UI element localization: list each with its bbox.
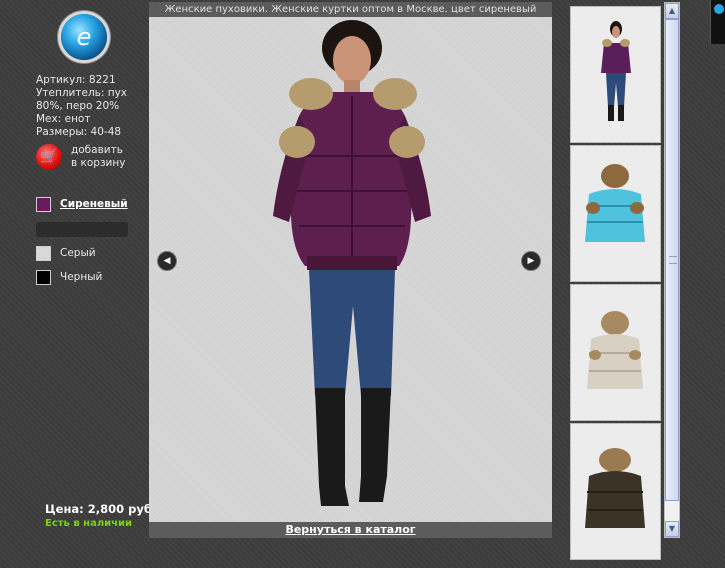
- scrollbar-thumb[interactable]: [665, 19, 679, 501]
- scrollbar-grip: [669, 256, 677, 264]
- chevron-up-icon: ▲: [668, 6, 676, 15]
- product-photo: [273, 20, 431, 506]
- color-divider: [36, 222, 128, 237]
- chevron-right-icon: ▶: [527, 256, 535, 266]
- viewer-footer: Вернуться в каталог: [149, 522, 552, 538]
- scroll-down-button[interactable]: ▼: [665, 521, 679, 537]
- thumbnail-1[interactable]: [570, 6, 661, 143]
- thumbnail-image: [585, 164, 645, 242]
- page: { "product": { "specs": ["Артикул: 8221"…: [0, 0, 725, 568]
- thumbnail-2[interactable]: [570, 145, 661, 282]
- color-label-black: Черный: [60, 271, 103, 283]
- cart-icon: 🛒: [36, 144, 62, 170]
- image-title: Женские пуховики. Женские куртки оптом в…: [149, 2, 552, 17]
- color-swatch-grey: [36, 246, 51, 261]
- spec-sizes: Размеры: 40-48: [36, 126, 122, 138]
- spec-article: Артикул: 8221: [36, 74, 116, 86]
- color-option-lilac[interactable]: Сиреневый: [36, 197, 146, 213]
- logo-icon[interactable]: e: [61, 14, 107, 60]
- chevron-left-icon: ◀: [163, 256, 171, 266]
- color-label-lilac: Сиреневый: [60, 198, 128, 210]
- color-swatch-lilac: [36, 197, 51, 212]
- thumbnail-image: [601, 21, 631, 121]
- chevron-down-icon: ▼: [668, 524, 676, 533]
- price-label: Цена: 2,800 руб.: [45, 502, 157, 516]
- thumbnail-scrollbar[interactable]: ▲ ▼: [664, 2, 680, 538]
- thumbnail-image: [585, 448, 645, 528]
- spec-insulation: Утеплитель: пух: [36, 87, 128, 99]
- color-option-grey[interactable]: Серый: [36, 246, 146, 262]
- availability-label: Есть в наличии: [45, 518, 133, 529]
- spec-insulation-detail: 80%, перо 20%: [36, 100, 120, 112]
- spec-fur: Мех: енот: [36, 113, 91, 125]
- main-image-viewer: Женские пуховики. Женские куртки оптом в…: [149, 2, 552, 538]
- add-to-cart-label: добавить в корзину: [71, 144, 126, 169]
- prev-image-button[interactable]: ◀: [157, 251, 177, 271]
- thumbnail-4[interactable]: [570, 423, 661, 560]
- corner-thumbnail[interactable]: [710, 0, 725, 44]
- color-option-black[interactable]: Черный: [36, 270, 146, 286]
- thumbnail-3[interactable]: [570, 284, 661, 421]
- color-swatch-black: [36, 270, 51, 285]
- scroll-up-button[interactable]: ▲: [665, 3, 679, 19]
- color-label-grey: Серый: [60, 247, 96, 259]
- add-to-cart-button[interactable]: 🛒 добавить в корзину: [36, 144, 146, 174]
- next-image-button[interactable]: ▶: [521, 251, 541, 271]
- thumbnail-image: [587, 311, 643, 389]
- back-to-catalog-link[interactable]: Вернуться в каталог: [285, 523, 415, 536]
